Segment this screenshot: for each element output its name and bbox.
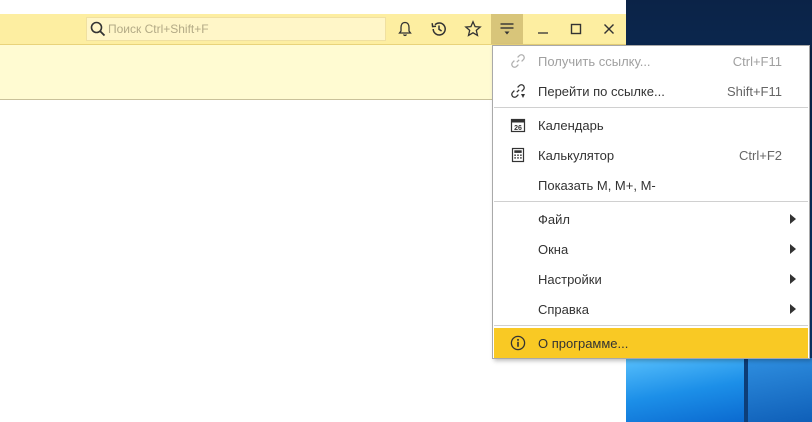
menu-item-label: Справка [538,302,589,317]
maximize-icon [570,23,581,35]
menu-item-calculator[interactable]: Калькулятор Ctrl+F2 [494,140,808,170]
bell-icon [398,21,412,37]
menu-item-get-link[interactable]: Получить ссылку... Ctrl+F11 [494,46,808,76]
close-icon [603,24,614,34]
search-box[interactable] [86,17,386,41]
history-icon [431,22,446,36]
menu-item-shortcut: Shift+F11 [726,84,782,99]
link-icon [510,53,526,69]
menu-item-help[interactable]: Справка [494,294,808,324]
menu-separator [494,201,808,202]
menu-icon [500,23,514,35]
submenu-arrow-icon [790,274,796,284]
menu-separator [494,325,808,326]
main-menu-dropdown: Получить ссылку... Ctrl+F11 Перейти по с… [492,45,810,359]
menu-item-label: Показать M, M+, M- [538,178,656,193]
submenu-arrow-icon [790,214,796,224]
link-go-icon [510,83,526,99]
submenu-arrow-icon [790,304,796,314]
menu-item-shortcut: Ctrl+F11 [732,54,782,69]
menu-item-label: Настройки [538,272,602,287]
calendar-icon: 26 [510,117,526,133]
minimize-icon [537,32,548,34]
menu-item-label: Перейти по ссылке... [538,84,665,99]
menu-item-shortcut: Ctrl+F2 [739,148,782,163]
menu-item-show-memory[interactable]: Показать M, M+, M- [494,170,808,200]
desktop-wallpaper-tile-2 [748,358,812,422]
menu-item-label: Окна [538,242,569,257]
menu-item-calendar[interactable]: 26 Календарь [494,110,808,140]
menu-item-windows[interactable]: Окна [494,234,808,264]
calendar-day-number: 26 [514,125,522,132]
calculator-icon [510,147,526,163]
title-bar [0,14,626,45]
menu-item-about[interactable]: О программе... [494,328,808,358]
menu-item-go-to-link[interactable]: Перейти по ссылке... Shift+F11 [494,76,808,106]
history-button[interactable] [423,14,455,44]
menu-separator [494,107,808,108]
desktop-wallpaper-tile [626,352,744,422]
menu-item-label: Файл [538,212,570,227]
menu-item-label: Получить ссылку... [538,54,651,69]
close-button[interactable] [592,14,625,44]
submenu-arrow-icon [790,244,796,254]
notifications-button[interactable] [389,14,421,44]
menu-item-file[interactable]: Файл [494,204,808,234]
minimize-button[interactable] [526,14,559,44]
main-menu-button[interactable] [491,14,523,44]
search-input[interactable] [108,19,378,39]
menu-item-label: Калькулятор [538,148,615,163]
info-icon [510,335,526,351]
menu-item-settings[interactable]: Настройки [494,264,808,294]
star-icon [464,20,482,37]
search-icon [90,21,106,37]
maximize-button[interactable] [559,14,592,44]
favorites-button[interactable] [457,14,489,44]
menu-item-label: Календарь [538,118,604,133]
menu-item-label: О программе... [538,336,629,351]
